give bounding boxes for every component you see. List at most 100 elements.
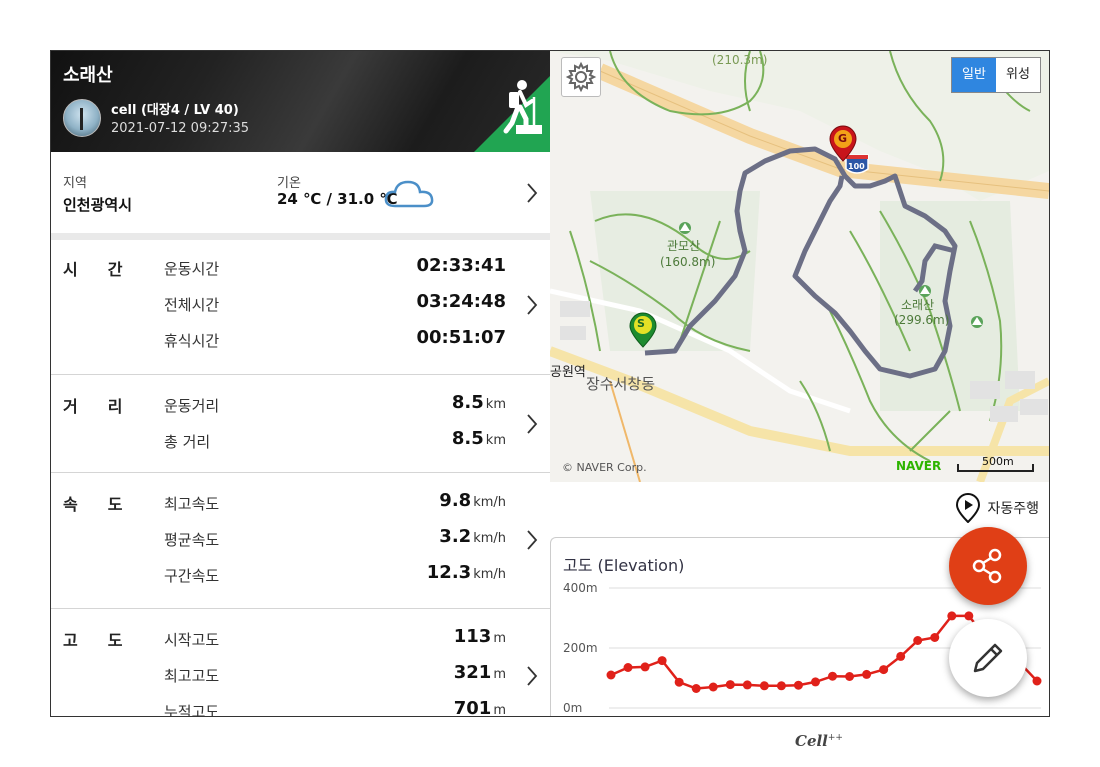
stat-label: 휴식시간 — [164, 332, 220, 350]
stat-unit: km/h — [473, 495, 506, 510]
speed-section[interactable]: 속도 최고속도 9.8 km/h 평균속도 3.2 km/h 구간속도 12.3 km… — [51, 473, 550, 609]
stat-value: 9.8 km/h — [439, 490, 506, 511]
stat-number: 3.2 — [439, 526, 472, 547]
chevron-right-icon[interactable] — [525, 413, 539, 435]
chevron-right-icon[interactable] — [525, 529, 539, 551]
record-datetime: 2021-07-12 09:27:35 — [111, 121, 250, 136]
time-category: 시간 — [63, 260, 153, 279]
stat-unit: km — [485, 433, 506, 448]
stat-number: 321 — [453, 662, 492, 683]
elevation-point — [691, 684, 701, 693]
naver-logo: NAVER — [896, 459, 942, 473]
map-type-toggle: 일반 위성 — [951, 57, 1041, 93]
stat-number: 8.5 — [451, 392, 484, 413]
map-type-satellite[interactable]: 위성 — [996, 58, 1040, 92]
elevation-point — [657, 656, 667, 666]
cloud-icon — [384, 180, 434, 208]
map-type-normal[interactable]: 일반 — [952, 58, 996, 92]
stat-unit: m — [493, 631, 506, 646]
stat-number: 701 — [453, 698, 492, 716]
watermark-text: Cell — [795, 732, 828, 750]
stat-label: 총 거리 — [164, 433, 211, 451]
stat-value: 03:24:48 — [416, 291, 506, 312]
region-label: 지역 — [63, 176, 87, 191]
share-icon — [972, 548, 1002, 584]
edit-button[interactable] — [949, 619, 1027, 697]
stat-label: 운동시간 — [164, 260, 220, 278]
stat-number: 8.5 — [451, 428, 484, 449]
stat-unit: km — [485, 397, 506, 412]
record-detail-panel: 소래산 cell (대장4 / LV 40) 2021-07-12 09:27:… — [51, 51, 550, 716]
stat-label: 시작고도 — [164, 631, 220, 649]
elevation-point — [793, 680, 803, 690]
elevation-point — [674, 677, 684, 687]
stat-value: 701 m — [454, 698, 506, 716]
peak-label: 관모산 — [667, 239, 701, 253]
peak-label: (160.8m) — [660, 255, 716, 269]
distance-category: 거리 — [63, 397, 153, 416]
record-header: 소래산 cell (대장4 / LV 40) 2021-07-12 09:27:… — [51, 51, 550, 152]
elevation-point — [759, 681, 769, 691]
route-map[interactable]: (210.3m) 관모산 (160.8m) 소래산 (299.6m) 공원역 장… — [550, 51, 1049, 482]
stat-number: 9.8 — [439, 490, 472, 511]
hiker-icon — [503, 80, 542, 134]
elevation-point — [708, 682, 718, 692]
stat-number: 113 — [453, 626, 492, 647]
elevation-point — [845, 672, 855, 681]
elevation-point — [930, 633, 940, 642]
stat-value: 113 m — [454, 626, 506, 647]
time-section[interactable]: 시간 운동시간 02:33:41 전체시간 03:24:48 휴식시간 00:5… — [51, 240, 550, 375]
elevation-point — [1032, 676, 1042, 686]
share-button[interactable] — [949, 527, 1027, 605]
play-pin-icon — [956, 493, 981, 523]
stat-value: 12.3 km/h — [427, 562, 506, 583]
weather-row[interactable]: 지역 인천광역시 기온 24 ℃ / 31.0 ℃ — [51, 152, 550, 240]
elevation-point — [623, 663, 633, 672]
app-frame: 소래산 cell (대장4 / LV 40) 2021-07-12 09:27:… — [50, 50, 1050, 717]
altitude-category: 고도 — [63, 631, 153, 650]
start-marker-label: S — [637, 317, 645, 330]
watermark-sup: ++ — [827, 733, 843, 743]
elevation-point — [776, 681, 786, 691]
mountain-title: 소래산 — [63, 65, 113, 86]
elevation-point — [862, 669, 872, 679]
distance-section[interactable]: 거리 운동거리 8.5 km 총 거리 8.5 km — [51, 375, 550, 473]
y-tick-label: 400m — [563, 581, 598, 595]
stat-label: 최고고도 — [164, 667, 220, 685]
stat-value: 00:51:07 — [416, 327, 506, 348]
elevation-point — [913, 636, 923, 645]
gear-icon — [565, 61, 597, 93]
stat-number: 03:24:48 — [416, 291, 506, 312]
stat-unit: km/h — [473, 531, 506, 546]
peak-label: 소래산 — [901, 298, 935, 312]
chevron-right-icon[interactable] — [525, 665, 539, 687]
stat-label: 평균속도 — [164, 531, 220, 549]
user-name: cell (대장4 / LV 40) — [111, 103, 239, 118]
stat-value: 02:33:41 — [416, 255, 506, 276]
y-tick-label: 200m — [563, 641, 598, 655]
stat-unit: m — [493, 703, 506, 716]
stat-value: 3.2 km/h — [439, 526, 506, 547]
stat-number: 12.3 — [426, 562, 472, 583]
stat-unit: km/h — [473, 567, 506, 582]
peak-label: (299.6m) — [894, 313, 950, 327]
chevron-right-icon[interactable] — [525, 294, 539, 316]
stat-label: 누적고도 — [164, 703, 220, 716]
stat-label: 전체시간 — [164, 296, 220, 314]
stat-unit: m — [493, 667, 506, 682]
temperature-label: 기온 — [277, 176, 301, 191]
stat-label: 운동거리 — [164, 397, 220, 415]
elevation-point — [725, 680, 735, 690]
avatar[interactable] — [63, 99, 101, 137]
watermark: Cell++ — [795, 732, 843, 750]
chart-title: 고도 (Elevation) — [563, 556, 685, 575]
map-settings-button[interactable] — [561, 57, 601, 97]
elevation-point — [828, 671, 838, 681]
altitude-section[interactable]: 고도 시작고도 113 m 최고고도 321 m 누적고도 701 m — [51, 609, 550, 716]
autoplay-button[interactable]: 자동주행 — [955, 491, 1039, 525]
map-canvas — [550, 51, 1049, 482]
chevron-right-icon[interactable] — [525, 182, 539, 204]
temperature-value: 24 ℃ / 31.0 ℃ — [277, 190, 398, 208]
elevation-point — [742, 680, 752, 690]
stat-label: 구간속도 — [164, 567, 220, 585]
